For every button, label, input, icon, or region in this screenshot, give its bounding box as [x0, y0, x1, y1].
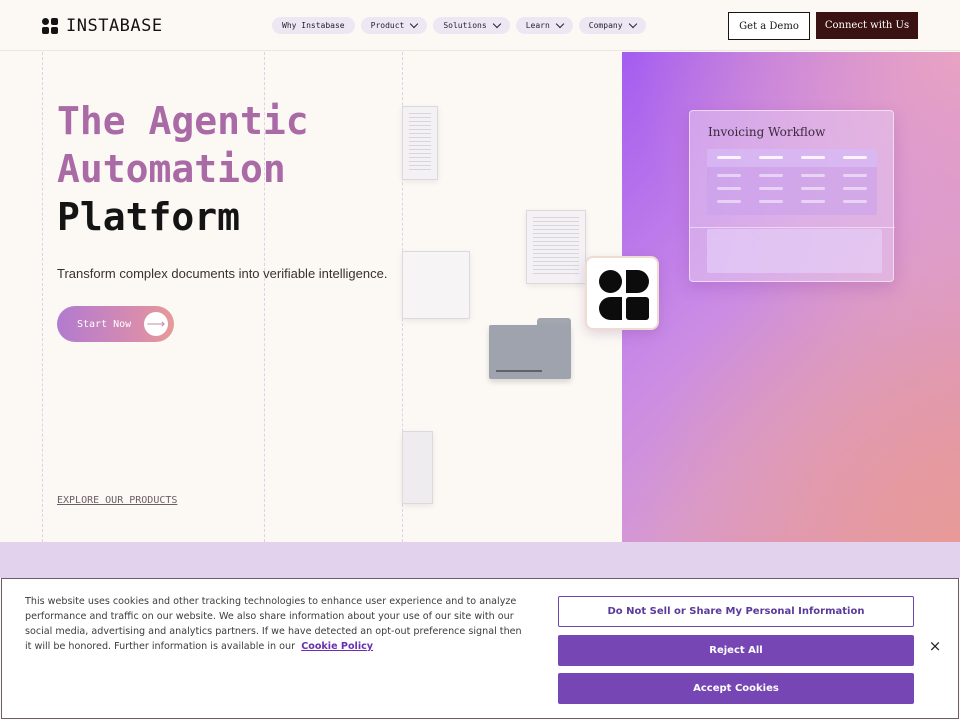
- nav-why-instabase[interactable]: Why Instabase: [272, 17, 355, 34]
- nav-label: Why Instabase: [282, 21, 345, 30]
- nav-label: Solutions: [443, 21, 487, 30]
- explore-products-link[interactable]: EXPLORE OUR PRODUCTS: [57, 495, 177, 506]
- main-nav: Why Instabase Product Solutions Learn Co…: [272, 17, 646, 34]
- document-icon: [402, 106, 438, 180]
- hero-title-line1: The Agentic: [57, 99, 309, 143]
- hero-title: The Agentic Automation Platform: [57, 97, 309, 241]
- start-now-label: Start Now: [77, 318, 132, 330]
- hero-title-line3: Platform: [57, 195, 241, 239]
- logo-icon: [42, 18, 58, 34]
- document-icon: [526, 210, 586, 284]
- cookie-policy-link[interactable]: Cookie Policy: [301, 641, 373, 652]
- chevron-down-icon: [410, 19, 419, 29]
- instabase-logo[interactable]: INSTABASE: [42, 16, 163, 36]
- accept-cookies-button[interactable]: Accept Cookies: [558, 673, 914, 704]
- cookie-body: This website uses cookies and other trac…: [25, 596, 522, 652]
- workflow-preview-area: [707, 229, 882, 273]
- get-demo-button[interactable]: Get a Demo: [728, 12, 810, 40]
- logo-text: INSTABASE: [66, 16, 163, 36]
- chevron-down-icon: [555, 19, 565, 29]
- site-header: INSTABASE Why Instabase Product Solution…: [0, 0, 960, 51]
- nav-learn[interactable]: Learn: [515, 17, 573, 34]
- nav-label: Learn: [525, 21, 550, 30]
- cookie-text: This website uses cookies and other trac…: [25, 594, 530, 654]
- workflow-table: [707, 149, 877, 215]
- close-icon[interactable]: ×: [928, 639, 942, 654]
- reject-all-button[interactable]: Reject All: [558, 635, 914, 666]
- grid-guide: [42, 52, 43, 542]
- cookie-banner: This website uses cookies and other trac…: [1, 578, 959, 719]
- hero-title-line2: Automation: [57, 147, 286, 191]
- chevron-down-icon: [628, 19, 637, 29]
- connect-button[interactable]: Connect with Us: [816, 12, 918, 39]
- folder-icon: [489, 318, 571, 379]
- invoicing-workflow-card: Invoicing Workflow: [689, 110, 895, 282]
- nav-company[interactable]: Company: [578, 17, 646, 34]
- instabase-app-icon: [585, 256, 659, 330]
- section-band: [0, 542, 960, 578]
- document-icon: [402, 431, 433, 504]
- do-not-sell-button[interactable]: Do Not Sell or Share My Personal Informa…: [558, 596, 914, 627]
- nav-label: Product: [370, 21, 405, 30]
- chevron-down-icon: [492, 19, 501, 29]
- nav-product[interactable]: Product: [360, 17, 428, 34]
- nav-solutions[interactable]: Solutions: [433, 17, 510, 34]
- document-icon: [402, 251, 470, 319]
- workflow-title: Invoicing Workflow: [708, 125, 826, 139]
- start-now-button[interactable]: Start Now ⟶: [57, 306, 174, 342]
- hero-subtitle: Transform complex documents into verifia…: [57, 266, 388, 281]
- nav-label: Company: [588, 21, 623, 30]
- arrow-right-icon: ⟶: [144, 312, 168, 336]
